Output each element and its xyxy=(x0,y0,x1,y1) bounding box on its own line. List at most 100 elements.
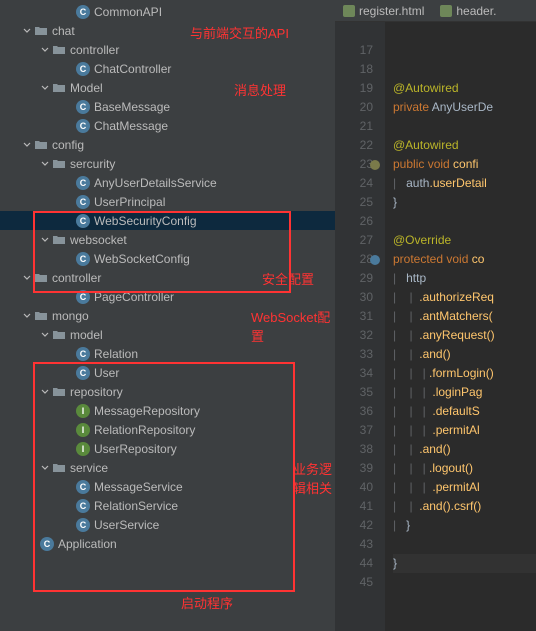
tab-register[interactable]: register.html xyxy=(335,0,432,21)
gutter-line[interactable]: 32 xyxy=(335,326,373,345)
gutter-line[interactable]: 41 xyxy=(335,497,373,516)
code-line[interactable]: @Autowired xyxy=(393,136,536,155)
code-line[interactable]: @Override xyxy=(393,231,536,250)
chevron-down-icon[interactable] xyxy=(22,273,32,283)
tree-item-userrepository[interactable]: IUserRepository xyxy=(0,439,335,458)
chevron-down-icon[interactable] xyxy=(40,387,50,397)
code-line[interactable]: | | .anyRequest() xyxy=(393,326,536,345)
tree-item-userservice[interactable]: CUserService xyxy=(0,515,335,534)
tree-item-websocketconfig[interactable]: CWebSocketConfig xyxy=(0,249,335,268)
tree-item-chatmessage[interactable]: CChatMessage xyxy=(0,116,335,135)
tree-item-controller[interactable]: controller xyxy=(0,268,335,287)
code-line[interactable]: | auth.userDetail xyxy=(393,174,536,193)
code-line[interactable] xyxy=(393,117,536,136)
chevron-down-icon[interactable] xyxy=(22,26,32,36)
tree-item-pagecontroller[interactable]: CPageController xyxy=(0,287,335,306)
gutter-line[interactable]: 40 xyxy=(335,478,373,497)
tree-item-userprincipal[interactable]: CUserPrincipal xyxy=(0,192,335,211)
tree-item-chat[interactable]: chat xyxy=(0,21,335,40)
code-line[interactable]: private AnyUserDe xyxy=(393,98,536,117)
gutter-line[interactable]: 21 xyxy=(335,117,373,136)
code-line[interactable]: | | | .permitAl xyxy=(393,478,536,497)
chevron-down-icon[interactable] xyxy=(40,235,50,245)
code-line[interactable]: | http xyxy=(393,269,536,288)
gutter-line[interactable]: 43 xyxy=(335,535,373,554)
gutter-line[interactable]: 20 xyxy=(335,98,373,117)
tree-item-model[interactable]: Model xyxy=(0,78,335,97)
gutter-line[interactable]: 19 xyxy=(335,79,373,98)
gutter-line[interactable]: 36 xyxy=(335,402,373,421)
code-line[interactable]: | | | .defaultS xyxy=(393,402,536,421)
chevron-down-icon[interactable] xyxy=(22,311,32,321)
gutter-line[interactable]: 27 xyxy=(335,231,373,250)
code-line[interactable]: | | | .logout() xyxy=(393,459,536,478)
gutter-line[interactable]: 23 xyxy=(335,155,373,174)
gutter-line[interactable]: 30 xyxy=(335,288,373,307)
chevron-down-icon[interactable] xyxy=(22,140,32,150)
code-line[interactable] xyxy=(393,535,536,554)
chevron-down-icon[interactable] xyxy=(40,159,50,169)
gutter-line[interactable]: 38 xyxy=(335,440,373,459)
code-line[interactable]: | | .authorizeReq xyxy=(393,288,536,307)
code-line[interactable]: | | | .formLogin() xyxy=(393,364,536,383)
override-mark-icon[interactable] xyxy=(369,158,381,170)
gutter-line[interactable]: 28 xyxy=(335,250,373,269)
tree-item-websecurityconfig[interactable]: CWebSecurityConfig xyxy=(0,211,335,230)
gutter-line[interactable]: 34 xyxy=(335,364,373,383)
code-line[interactable]: @Autowired xyxy=(393,79,536,98)
tab-header[interactable]: header. xyxy=(432,0,504,21)
tree-item-config[interactable]: config xyxy=(0,135,335,154)
gutter-line[interactable]: 31 xyxy=(335,307,373,326)
gutter-line[interactable]: 22 xyxy=(335,136,373,155)
code-line[interactable]: } xyxy=(393,554,536,573)
gutter-line[interactable] xyxy=(335,22,373,41)
override-mark-icon[interactable] xyxy=(369,253,381,265)
code-area[interactable]: @Autowiredprivate AnyUserDe@Autowiredpub… xyxy=(385,22,536,631)
tree-item-websocket[interactable]: websocket xyxy=(0,230,335,249)
tree-item-service[interactable]: service xyxy=(0,458,335,477)
gutter-line[interactable]: 29 xyxy=(335,269,373,288)
tree-item-model[interactable]: model xyxy=(0,325,335,344)
code-line[interactable] xyxy=(393,573,536,592)
code-line[interactable] xyxy=(393,22,536,41)
code-line[interactable] xyxy=(393,60,536,79)
gutter-line[interactable]: 26 xyxy=(335,212,373,231)
chevron-down-icon[interactable] xyxy=(40,330,50,340)
tree-item-relation[interactable]: CRelation xyxy=(0,344,335,363)
code-line[interactable] xyxy=(393,212,536,231)
gutter-line[interactable]: 33 xyxy=(335,345,373,364)
code-line[interactable]: | | | .permitAl xyxy=(393,421,536,440)
gutter-line[interactable]: 18 xyxy=(335,60,373,79)
gutter-line[interactable]: 24 xyxy=(335,174,373,193)
code-line[interactable] xyxy=(393,41,536,60)
tree-item-controller[interactable]: controller xyxy=(0,40,335,59)
tree-item-anyuserdetailsservice[interactable]: CAnyUserDetailsService xyxy=(0,173,335,192)
gutter-line[interactable]: 37 xyxy=(335,421,373,440)
code-line[interactable]: public void confi xyxy=(393,155,536,174)
project-tree[interactable]: CCommonAPIchatcontrollerCChatControllerM… xyxy=(0,0,335,553)
code-line[interactable]: | | .antMatchers( xyxy=(393,307,536,326)
chevron-down-icon[interactable] xyxy=(40,83,50,93)
code-line[interactable]: | | .and() xyxy=(393,345,536,364)
gutter[interactable]: 1718192021222324252627282930313233343536… xyxy=(335,22,385,631)
code-line[interactable]: | | .and().csrf() xyxy=(393,497,536,516)
gutter-line[interactable]: 25 xyxy=(335,193,373,212)
tree-item-user[interactable]: CUser xyxy=(0,363,335,382)
gutter-line[interactable]: 45 xyxy=(335,573,373,592)
tree-item-sercurity[interactable]: sercurity xyxy=(0,154,335,173)
code-line[interactable]: } xyxy=(393,193,536,212)
tree-item-repository[interactable]: repository xyxy=(0,382,335,401)
gutter-line[interactable]: 35 xyxy=(335,383,373,402)
gutter-line[interactable]: 39 xyxy=(335,459,373,478)
gutter-line[interactable]: 42 xyxy=(335,516,373,535)
tree-item-relationservice[interactable]: CRelationService xyxy=(0,496,335,515)
tree-item-relationrepository[interactable]: IRelationRepository xyxy=(0,420,335,439)
chevron-down-icon[interactable] xyxy=(40,463,50,473)
tree-item-mongo[interactable]: mongo xyxy=(0,306,335,325)
gutter-line[interactable]: 44 xyxy=(335,554,373,573)
tree-item-messagerepository[interactable]: IMessageRepository xyxy=(0,401,335,420)
gutter-line[interactable]: 17 xyxy=(335,41,373,60)
code-line[interactable]: protected void co xyxy=(393,250,536,269)
tree-item-chatcontroller[interactable]: CChatController xyxy=(0,59,335,78)
code-line[interactable]: | | .and() xyxy=(393,440,536,459)
